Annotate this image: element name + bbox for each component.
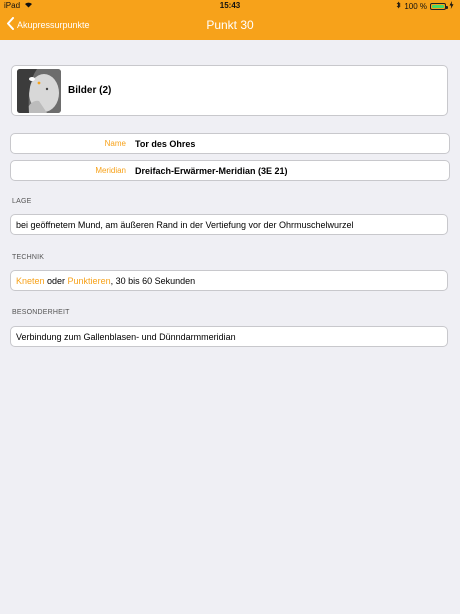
name-field-label: Name	[104, 139, 126, 148]
page-title: Punkt 30	[206, 18, 254, 32]
images-label: Bilder (2)	[68, 85, 112, 96]
point-image-thumbnail	[17, 68, 61, 113]
technik-text-box: Kneten oder Punktieren, 30 bis 60 Sekund…	[10, 270, 448, 291]
meridian-field: Meridian Dreifach-Erwärmer-Meridian (3E …	[10, 160, 450, 181]
meridian-field-label: Meridian	[95, 166, 126, 175]
technik-conjunction: oder	[44, 275, 68, 286]
technik-duration: , 30 bis 60 Sekunden	[110, 275, 196, 286]
battery-icon	[430, 2, 448, 10]
technik-heading: TECHNIK	[12, 254, 45, 261]
lage-heading: LAGE	[12, 198, 32, 205]
lage-text-box: bei geöffnetem Mund, am äußeren Rand in …	[10, 214, 448, 235]
besonderheit-text-box: Verbindung zum Gallenblasen- und Dünndar…	[10, 326, 448, 347]
meridian-field-value: Dreifach-Erwärmer-Meridian (3E 21)	[135, 165, 288, 176]
name-field: Name Tor des Ohres	[10, 133, 450, 154]
bluetooth-icon	[396, 1, 401, 11]
battery-percent: 100 %	[404, 1, 427, 11]
name-field-value: Tor des Ohres	[135, 138, 196, 149]
status-bar: iPad 15:43 100 %	[0, 0, 460, 12]
lage-text: bei geöffnetem Mund, am äußeren Rand in …	[16, 219, 354, 230]
charging-icon	[449, 1, 454, 11]
besonderheit-heading: BESONDERHEIT	[12, 309, 70, 316]
top-bar: iPad 15:43 100 % Akupressurpunkte Punkt …	[0, 0, 460, 40]
images-row[interactable]: Bilder (2)	[11, 65, 448, 116]
navigation-bar: Akupressurpunkte Punkt 30	[0, 12, 460, 40]
status-time: 15:43	[219, 1, 241, 10]
technik-link-punktieren[interactable]: Punktieren	[68, 276, 111, 286]
besonderheit-text: Verbindung zum Gallenblasen- und Dünndar…	[16, 331, 236, 342]
technik-link-kneten[interactable]: Kneten	[16, 276, 45, 286]
